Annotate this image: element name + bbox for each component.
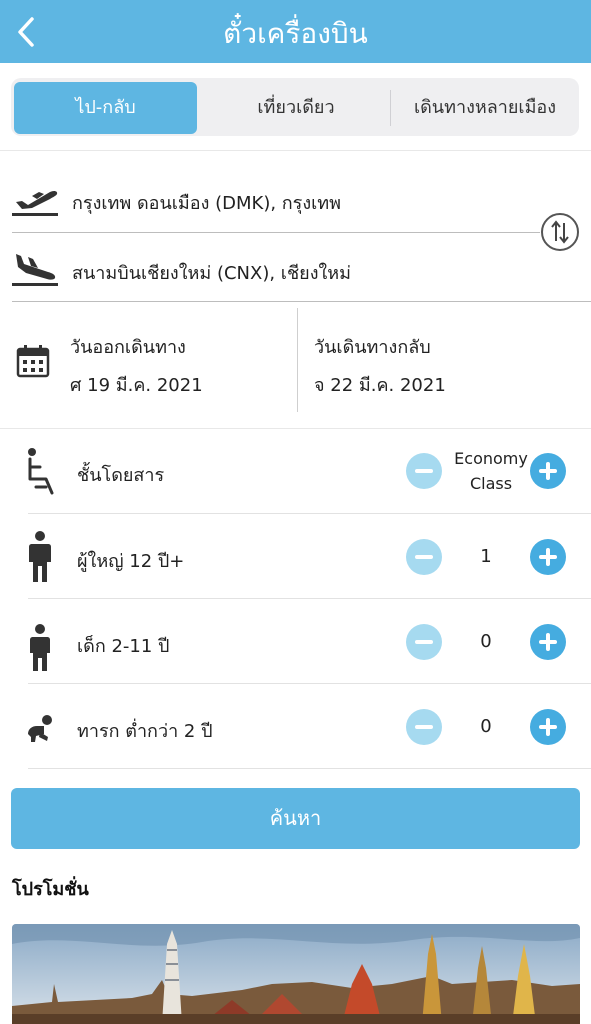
plane-landing-icon <box>12 254 58 286</box>
app-header: ตั๋วเครื่องบิน <box>0 0 591 63</box>
date-divider <box>297 308 298 412</box>
tab-one-way[interactable]: เที่ยวเดียว <box>201 82 391 134</box>
origin-airport[interactable]: กรุงเทพ ดอนเมือง (DMK), กรุงเทพ <box>72 188 341 217</box>
cabin-class-decrease-button[interactable] <box>406 453 442 489</box>
route-divider <box>12 232 540 233</box>
adult-label: ผู้ใหญ่ 12 ปี+ <box>77 551 185 572</box>
child-icon <box>30 624 50 671</box>
infant-decrease-button[interactable] <box>406 709 442 745</box>
adult-increase-button[interactable] <box>530 539 566 575</box>
infant-row: ทารก ต่ำกว่า 2 ปี 0 <box>0 684 591 769</box>
infant-increase-button[interactable] <box>530 709 566 745</box>
child-increase-button[interactable] <box>530 624 566 660</box>
promotion-banner-image[interactable] <box>12 924 580 1024</box>
adult-row: ผู้ใหญ่ 12 ปี+ 1 <box>0 514 591 599</box>
child-decrease-button[interactable] <box>406 624 442 660</box>
child-count: 0 <box>480 631 492 652</box>
seat-icon <box>28 448 54 495</box>
cabin-class-value-line2: Class <box>469 474 513 493</box>
destination-airport[interactable]: สนามบินเชียงใหม่ (CNX), เชียงใหม่ <box>72 258 351 287</box>
swap-vertical-icon <box>551 220 569 244</box>
promotion-title: โปรโมชั่น <box>12 879 89 900</box>
temple-skyline-image <box>12 924 580 1024</box>
section-divider <box>0 150 591 151</box>
cabin-class-value-line1: Economy <box>454 449 528 468</box>
depart-date-value[interactable]: ศ 19 มี.ค. 2021 <box>70 370 203 399</box>
adult-icon <box>29 531 51 582</box>
return-date-label: วันเดินทางกลับ <box>314 337 431 358</box>
infant-icon <box>28 715 52 742</box>
page-title: ตั๋วเครื่องบิน <box>223 17 368 50</box>
plane-takeoff-icon <box>12 190 58 216</box>
child-label: เด็ก 2-11 ปี <box>77 636 170 657</box>
infant-count: 0 <box>480 716 492 737</box>
search-button[interactable]: ค้นหา <box>11 788 580 849</box>
trip-type-tabs: ไป-กลับ เที่ยวเดียว เดินทางหลายเมือง <box>11 78 579 136</box>
child-row: เด็ก 2-11 ปี 0 <box>0 599 591 684</box>
adult-count: 1 <box>480 546 492 567</box>
tab-round-trip[interactable]: ไป-กลับ <box>14 82 197 134</box>
swap-route-button[interactable] <box>541 213 579 251</box>
cabin-class-label: ชั้นโดยสาร <box>77 465 165 486</box>
tab-multi-city[interactable]: เดินทางหลายเมือง <box>392 82 578 134</box>
infant-label: ทารก ต่ำกว่า 2 ปี <box>77 721 213 742</box>
depart-date-label: วันออกเดินทาง <box>70 337 186 358</box>
return-date-value[interactable]: จ 22 มี.ค. 2021 <box>314 370 446 399</box>
origin-row[interactable]: กรุงเทพ ดอนเมือง (DMK), กรุงเทพ <box>12 178 572 222</box>
tab-divider <box>390 90 391 126</box>
cabin-class-value: Economy Class <box>440 446 542 496</box>
destination-row[interactable]: สนามบินเชียงใหม่ (CNX), เชียงใหม่ <box>12 248 572 292</box>
calendar-icon <box>16 345 50 378</box>
adult-decrease-button[interactable] <box>406 539 442 575</box>
row-divider <box>28 768 591 769</box>
route-bottom-divider <box>12 301 591 302</box>
